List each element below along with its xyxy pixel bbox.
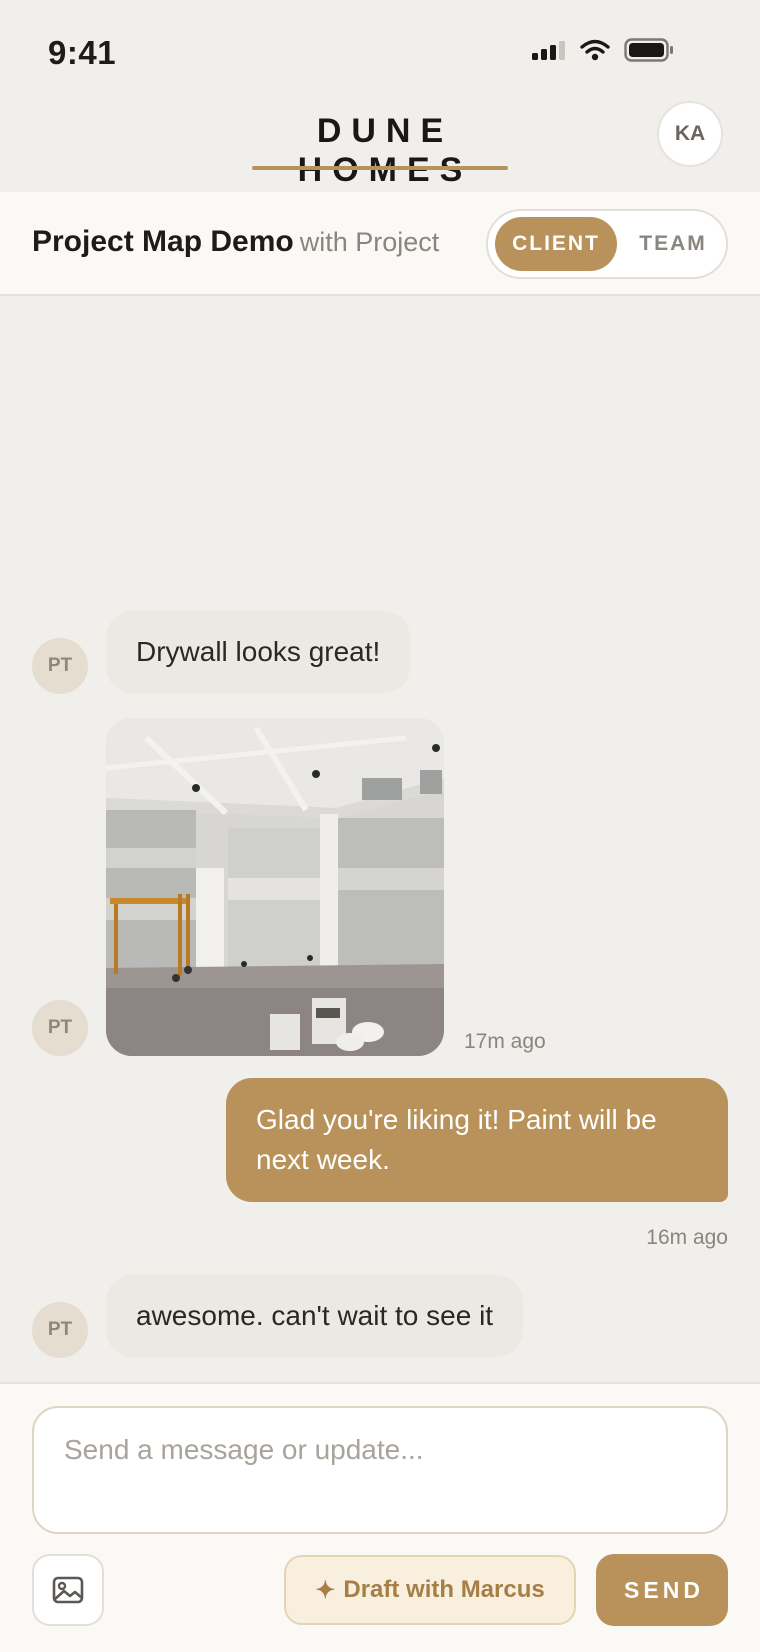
project-title-line: Project Map Demo with Project bbox=[32, 225, 439, 259]
message-photo[interactable] bbox=[106, 718, 444, 1056]
message-timestamp: 16m ago bbox=[646, 1226, 728, 1249]
user-avatar-button[interactable]: KA bbox=[657, 101, 723, 167]
attach-image-button[interactable] bbox=[32, 1554, 104, 1626]
draft-button-label: Draft with Marcus bbox=[343, 1576, 545, 1603]
status-icons bbox=[532, 38, 674, 62]
message-bubble-incoming: awesome. can't wait to see it bbox=[106, 1275, 524, 1357]
brand-logo: DUNE HOMES bbox=[297, 112, 473, 189]
brand-underline bbox=[252, 166, 508, 170]
project-title: Project Map Demo bbox=[32, 225, 294, 258]
send-button[interactable]: SEND bbox=[596, 1554, 728, 1626]
status-bar: 9:41 bbox=[0, 0, 760, 96]
message-timestamp: 17m ago bbox=[464, 1030, 546, 1053]
sender-avatar: PT bbox=[32, 1302, 88, 1358]
sparkle-icon: ✦ bbox=[315, 1576, 336, 1604]
cellular-signal-icon bbox=[532, 41, 565, 60]
view-toggle: CLIENT TEAM bbox=[486, 209, 728, 279]
project-bar: Project Map Demo with Project CLIENT TEAM bbox=[0, 192, 760, 296]
toggle-team[interactable]: TEAM bbox=[623, 217, 723, 271]
wifi-icon bbox=[580, 39, 610, 61]
project-subtitle: with Project bbox=[299, 227, 440, 257]
sender-avatar: PT bbox=[32, 638, 88, 694]
composer: ✦ Draft with Marcus SEND bbox=[0, 1382, 760, 1652]
battery-icon bbox=[624, 38, 673, 62]
message-bubble-incoming: Drywall looks great! bbox=[106, 611, 411, 693]
image-icon bbox=[52, 1576, 84, 1604]
message-bubble-outgoing: Glad you're liking it! Paint will be nex… bbox=[226, 1078, 728, 1202]
drywall-photo-image bbox=[106, 718, 444, 1056]
message-input[interactable] bbox=[32, 1406, 728, 1534]
sender-avatar: PT bbox=[32, 1000, 88, 1056]
draft-with-marcus-button[interactable]: ✦ Draft with Marcus bbox=[284, 1555, 576, 1625]
app-header: DUNE HOMES KA bbox=[0, 96, 760, 192]
toggle-client[interactable]: CLIENT bbox=[495, 217, 617, 271]
status-time: 9:41 bbox=[48, 34, 117, 71]
